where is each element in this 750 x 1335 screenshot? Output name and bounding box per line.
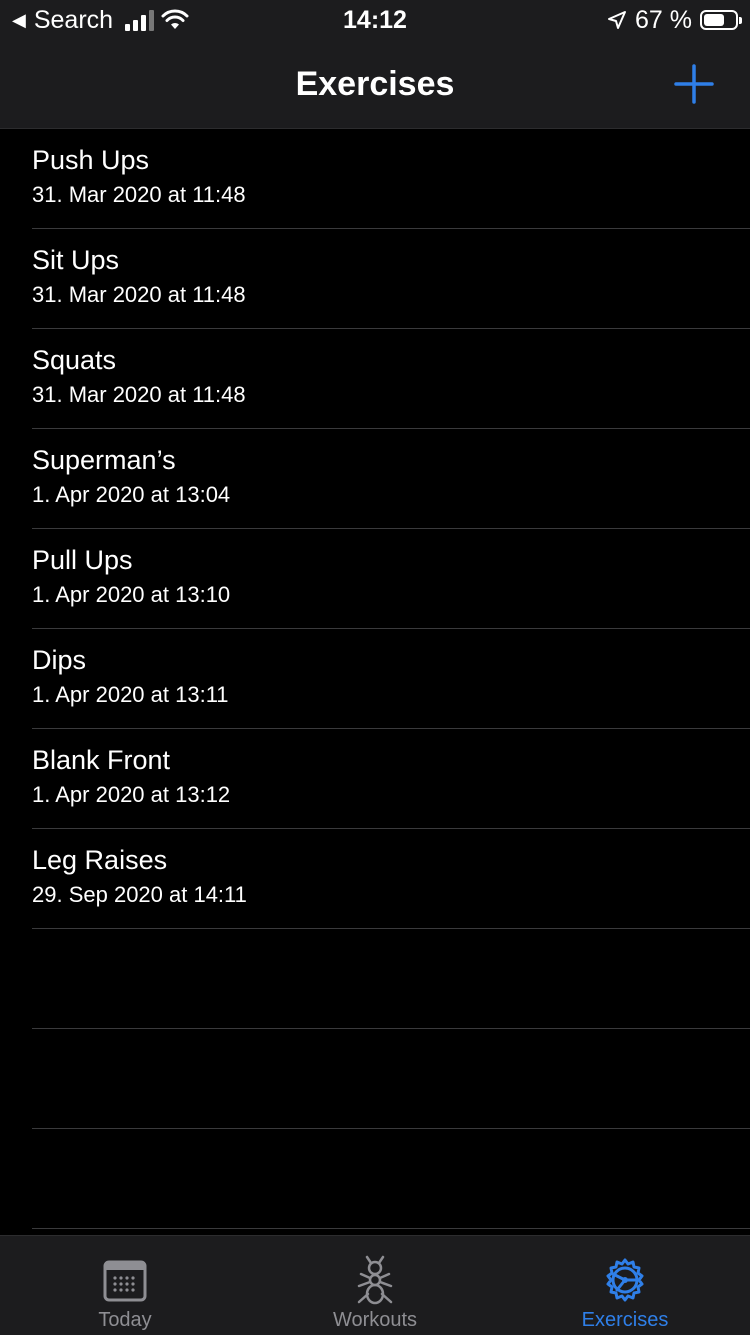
battery-icon <box>700 10 742 30</box>
exercise-name: Dips <box>32 645 87 675</box>
exercise-name: Leg Raises <box>32 845 168 875</box>
plus-icon <box>674 64 714 104</box>
exercise-name: Blank Front <box>32 745 171 775</box>
battery-percentage: 67 % <box>635 6 692 34</box>
list-item[interactable]: Blank Front 1. Apr 2020 at 13:12 <box>32 729 750 829</box>
exercise-date: 31. Mar 2020 at 11:48 <box>32 382 246 407</box>
exercise-date: 31. Mar 2020 at 11:48 <box>32 282 246 307</box>
tab-label: Exercises <box>581 1309 669 1331</box>
gear-icon <box>606 1258 644 1302</box>
tab-bar: Today Workouts Exercises <box>0 1235 750 1335</box>
exercise-date: 29. Sep 2020 at 14:11 <box>32 882 247 907</box>
empty-row <box>32 1129 750 1229</box>
exercise-name: Push Ups <box>32 145 150 175</box>
tab-today[interactable]: Today <box>0 1236 250 1335</box>
tab-label: Today <box>98 1309 152 1331</box>
exercise-name: Sit Ups <box>32 245 120 275</box>
calendar-icon <box>103 1260 147 1302</box>
empty-row <box>32 1029 750 1129</box>
tab-label: Workouts <box>332 1309 418 1331</box>
navigation-bar: Exercises <box>0 40 750 129</box>
battery-fill <box>704 14 725 26</box>
exercise-name: Superman’s <box>32 445 176 475</box>
exercise-name: Squats <box>32 345 117 375</box>
exercise-date: 31. Mar 2020 at 11:48 <box>32 182 246 207</box>
exercise-date: 1. Apr 2020 at 13:04 <box>32 482 231 507</box>
empty-row <box>32 929 750 1029</box>
exercise-list: Push Ups 31. Mar 2020 at 11:48 Sit Ups 3… <box>0 129 750 1229</box>
exercise-date: 1. Apr 2020 at 13:11 <box>32 682 229 707</box>
status-bar-right: 67 % <box>607 4 742 36</box>
list-item[interactable]: Pull Ups 1. Apr 2020 at 13:10 <box>32 529 750 629</box>
list-item[interactable]: Sit Ups 31. Mar 2020 at 11:48 <box>32 229 750 329</box>
list-item[interactable]: Squats 31. Mar 2020 at 11:48 <box>32 329 750 429</box>
exercise-date: 1. Apr 2020 at 13:10 <box>32 582 231 607</box>
status-bar: ◀ Search 14:12 67 % <box>0 0 750 40</box>
add-exercise-button[interactable] <box>672 62 716 106</box>
tab-workouts[interactable]: Workouts <box>250 1236 500 1335</box>
list-item[interactable]: Leg Raises 29. Sep 2020 at 14:11 <box>32 829 750 929</box>
ant-icon <box>357 1255 393 1305</box>
exercise-date: 1. Apr 2020 at 13:12 <box>32 782 231 807</box>
location-arrow-icon <box>608 11 627 29</box>
page-title: Exercises <box>295 65 455 103</box>
exercise-name: Pull Ups <box>32 545 133 575</box>
tab-exercises[interactable]: Exercises <box>500 1236 750 1335</box>
list-item[interactable]: Push Ups 31. Mar 2020 at 11:48 <box>32 129 750 229</box>
list-item[interactable]: Dips 1. Apr 2020 at 13:11 <box>32 629 750 729</box>
list-item[interactable]: Superman’s 1. Apr 2020 at 13:04 <box>32 429 750 529</box>
